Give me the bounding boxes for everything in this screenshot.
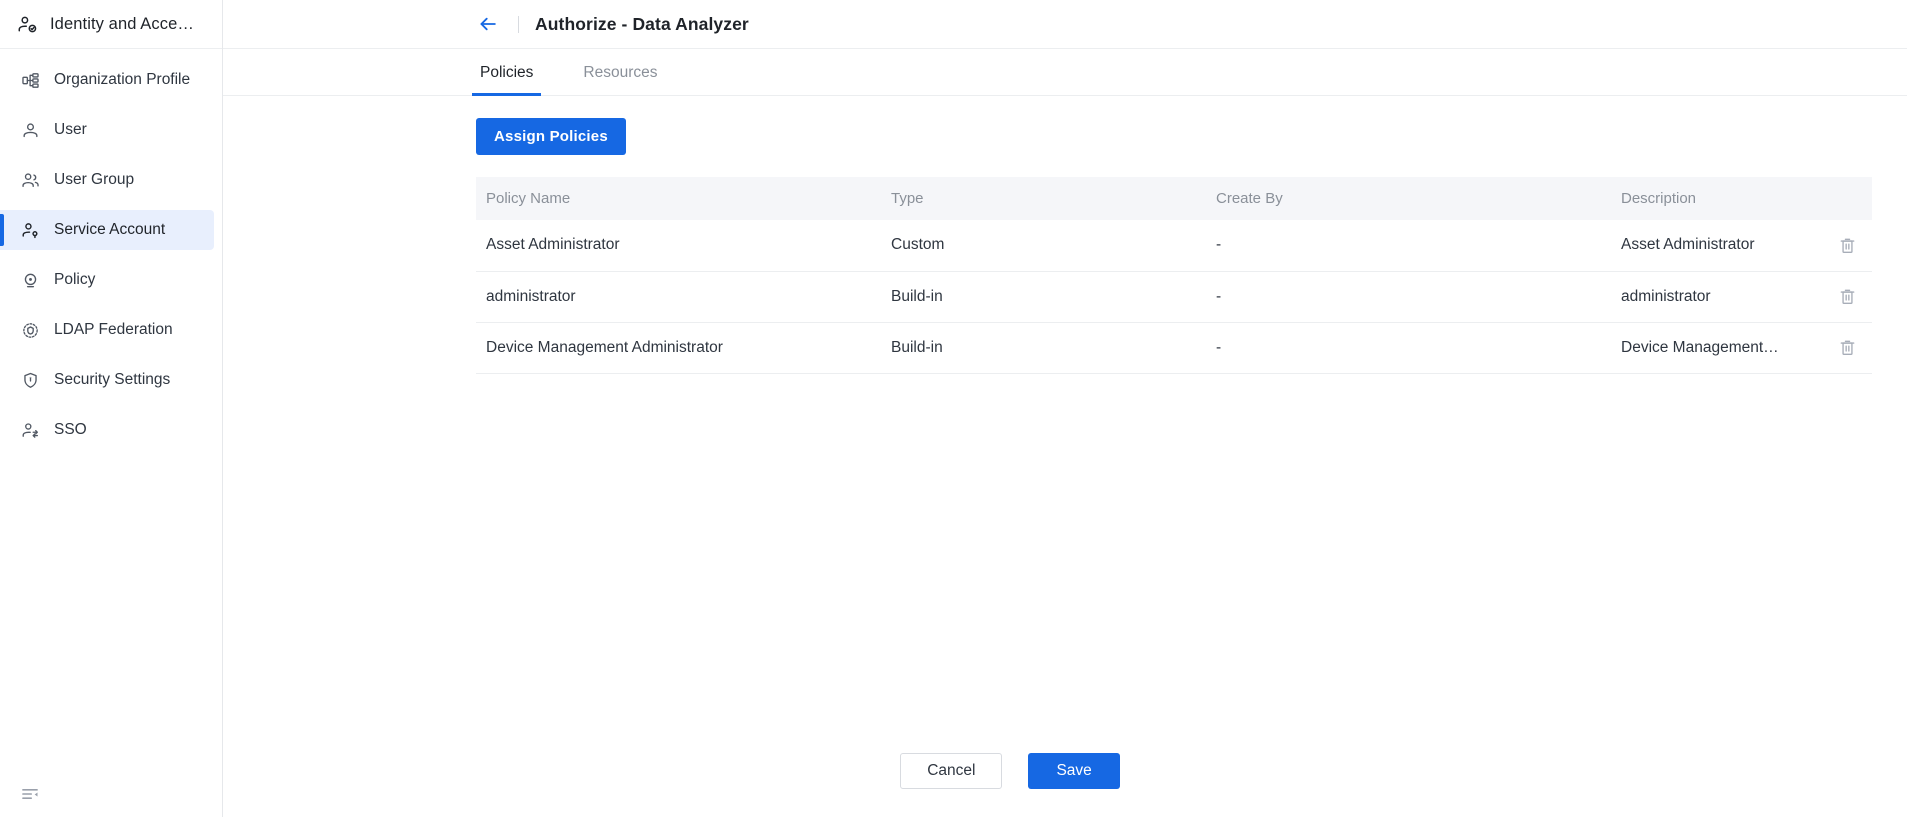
sso-user-arrow-icon (21, 421, 40, 440)
trash-icon[interactable] (1836, 337, 1858, 359)
sidebar-item-label: Organization Profile (54, 71, 191, 88)
sidebar-brand: Identity and Acce… (0, 0, 222, 49)
column-header-type: Type (881, 177, 1206, 220)
ldap-federation-icon (21, 321, 40, 340)
cell-create-by: - (1206, 220, 1611, 272)
header-divider (518, 15, 519, 33)
table-header-row: Policy Name Type Create By Description (476, 177, 1872, 220)
cell-create-by: - (1206, 271, 1611, 323)
sidebar-item-label: User Group (54, 171, 135, 188)
cell-policy-name: administrator (476, 271, 881, 323)
sidebar-item-label: SSO (54, 421, 87, 438)
cell-type: Build-in (881, 322, 1206, 374)
collapse-sidebar-icon[interactable] (19, 783, 41, 805)
table-row: Asset Administrator Custom - Asset Admin… (476, 220, 1872, 272)
shield-lock-icon (21, 371, 40, 390)
tab-bar: Policies Resources (223, 49, 1907, 96)
sidebar-footer (0, 771, 222, 817)
sidebar-item-label: Service Account (54, 221, 166, 238)
sidebar-item-sso[interactable]: SSO (0, 410, 214, 450)
page-title: Authorize - Data Analyzer (535, 13, 749, 34)
sidebar-nav: Organization Profile User User Group Ser… (0, 49, 222, 460)
cell-description: administrator (1611, 271, 1782, 323)
column-header-description: Description (1611, 177, 1782, 220)
back-arrow-icon[interactable] (476, 12, 500, 36)
sidebar-brand-title: Identity and Acce… (50, 14, 194, 33)
sidebar-item-security-settings[interactable]: Security Settings (0, 360, 214, 400)
sidebar-item-service-account[interactable]: Service Account (0, 210, 214, 250)
content-area: Policies Resources Assign Policies Polic… (223, 49, 1907, 817)
column-header-actions (1782, 177, 1872, 220)
policy-table: Policy Name Type Create By Description A… (476, 177, 1872, 374)
sidebar-item-user[interactable]: User (0, 110, 214, 150)
cell-policy-name: Asset Administrator (476, 220, 881, 272)
sidebar-item-label: Policy (54, 271, 96, 288)
cell-actions (1782, 271, 1872, 323)
trash-icon[interactable] (1836, 234, 1858, 256)
table-row: Device Management Administrator Build-in… (476, 322, 1872, 374)
sidebar-item-label: Security Settings (54, 371, 171, 388)
assign-policies-button[interactable]: Assign Policies (476, 118, 626, 155)
identity-access-icon (16, 13, 38, 35)
column-header-create-by: Create By (1206, 177, 1611, 220)
policy-table-head: Policy Name Type Create By Description (476, 177, 1872, 220)
org-chart-icon (21, 71, 40, 90)
toolbar: Assign Policies (223, 96, 1907, 155)
policy-table-container: Policy Name Type Create By Description A… (476, 177, 1872, 374)
policy-target-icon (21, 271, 40, 290)
sidebar-item-label: User (54, 121, 87, 138)
cell-actions (1782, 220, 1872, 272)
cell-description: Device Management Administrator (1611, 322, 1782, 374)
cell-type: Custom (881, 220, 1206, 272)
sidebar-item-label: LDAP Federation (54, 321, 173, 338)
sidebar-item-user-group[interactable]: User Group (0, 160, 214, 200)
cancel-button[interactable]: Cancel (900, 753, 1003, 789)
column-header-policy-name: Policy Name (476, 177, 881, 220)
cell-description: Asset Administrator (1611, 220, 1782, 272)
page-header: Authorize - Data Analyzer (223, 0, 1907, 49)
table-row: administrator Build-in - administrator (476, 271, 1872, 323)
footer-actions: Cancel Save (223, 753, 1907, 789)
page-header-inner: Authorize - Data Analyzer (476, 12, 749, 36)
sidebar-item-policy[interactable]: Policy (0, 260, 214, 300)
tab-policies[interactable]: Policies (471, 64, 542, 96)
cell-actions (1782, 322, 1872, 374)
cell-create-by: - (1206, 322, 1611, 374)
user-icon (21, 121, 40, 140)
trash-icon[interactable] (1836, 286, 1858, 308)
main-panel: Authorize - Data Analyzer Policies Resou… (223, 0, 1907, 817)
app-root: Identity and Acce… Organization Profile (0, 0, 1907, 817)
sidebar-item-organization-profile[interactable]: Organization Profile (0, 60, 214, 100)
sidebar: Identity and Acce… Organization Profile (0, 0, 223, 817)
user-group-icon (21, 171, 40, 190)
tab-resources[interactable]: Resources (579, 64, 661, 95)
sidebar-item-ldap-federation[interactable]: LDAP Federation (0, 310, 214, 350)
cell-type: Build-in (881, 271, 1206, 323)
service-account-icon (21, 221, 40, 240)
save-button[interactable]: Save (1028, 753, 1120, 789)
policy-table-body: Asset Administrator Custom - Asset Admin… (476, 220, 1872, 374)
cell-policy-name: Device Management Administrator (476, 322, 881, 374)
